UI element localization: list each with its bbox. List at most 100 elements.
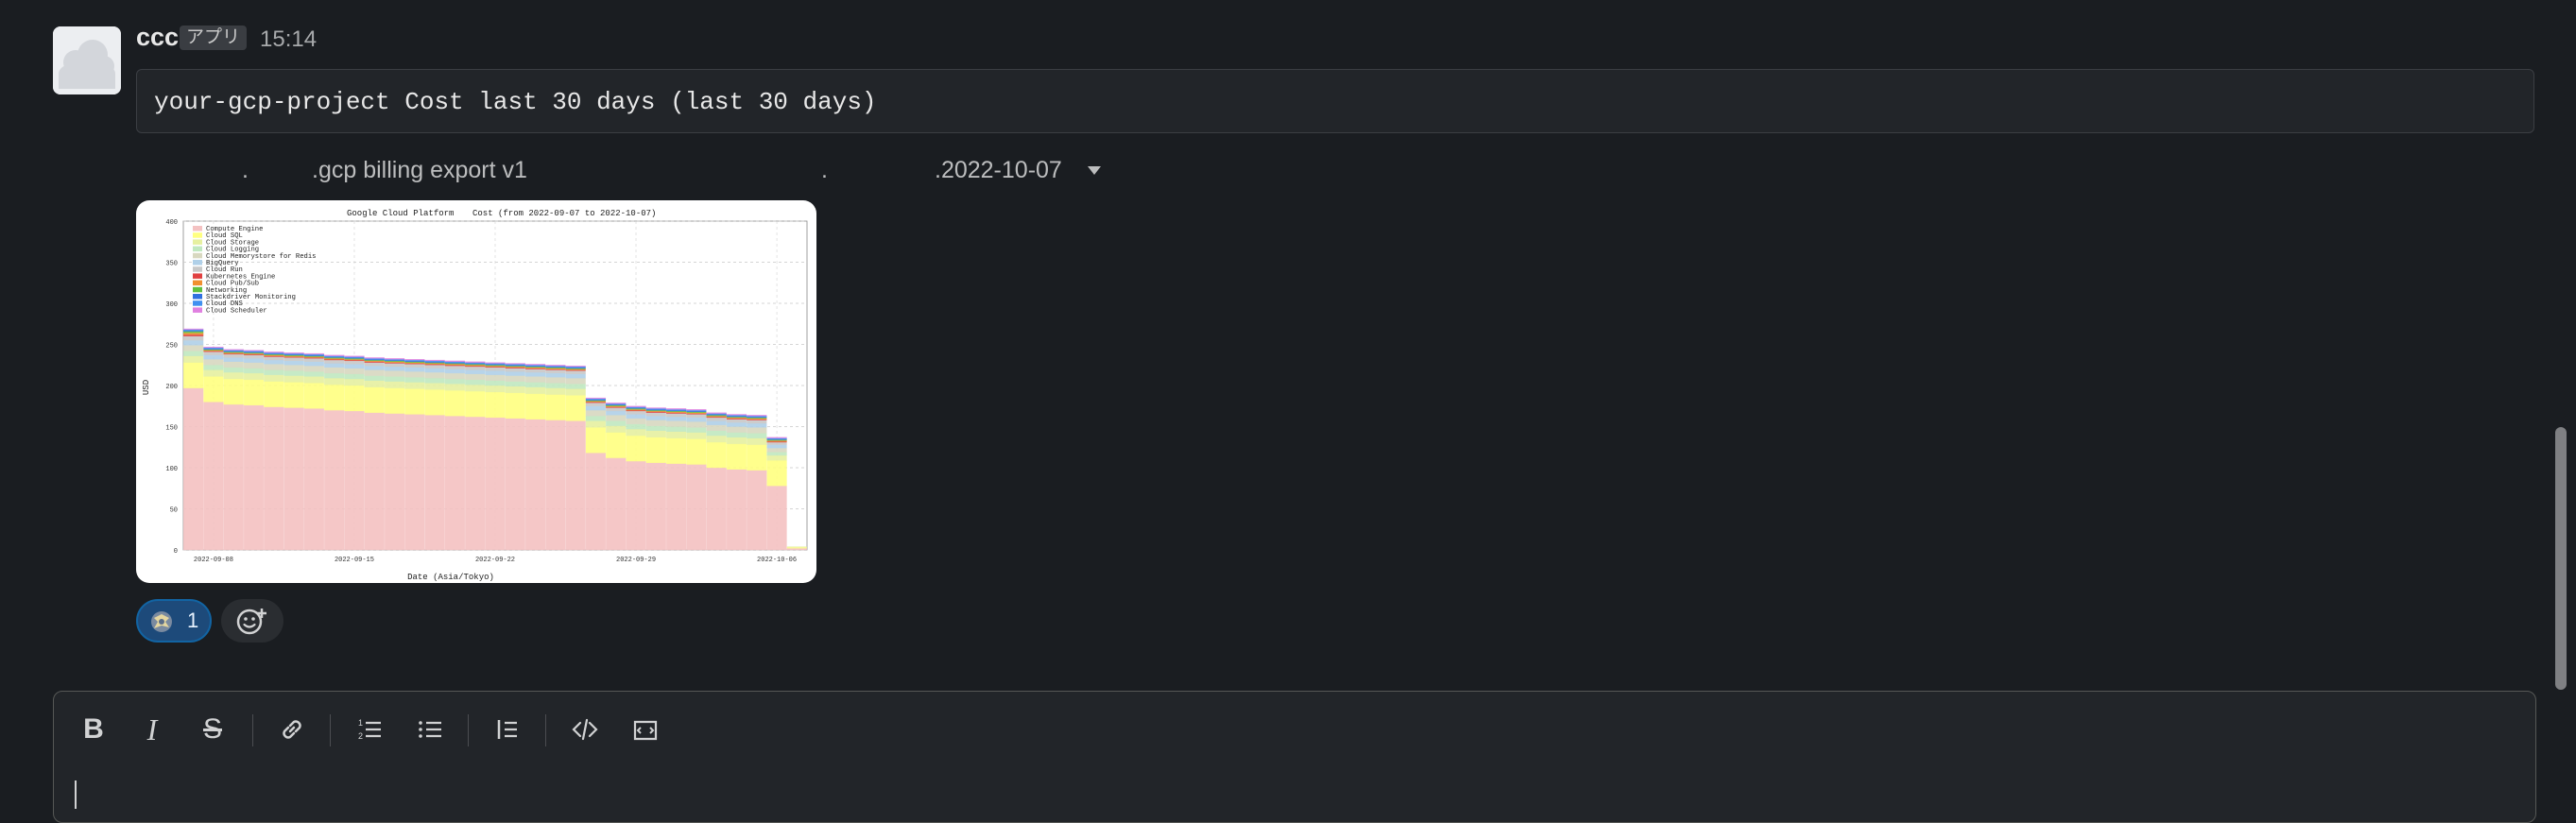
bar-segment [666, 420, 687, 427]
legend-swatch [193, 294, 202, 300]
strikethrough-icon[interactable]: S [192, 709, 233, 750]
bar-segment [283, 360, 304, 366]
bar-segment [686, 464, 707, 551]
sender-name[interactable]: ccc [136, 23, 179, 52]
bar-segment [444, 378, 466, 385]
bar-segment [203, 402, 224, 551]
bar-segment [645, 430, 666, 437]
bar-segment [324, 359, 345, 364]
attachment-title-part: . [821, 157, 828, 183]
avatar[interactable] [53, 26, 121, 94]
bar-segment [565, 395, 586, 421]
bar-segment [706, 435, 727, 443]
legend-swatch [193, 286, 202, 293]
bar-segment [223, 353, 244, 358]
bar-segment [183, 351, 204, 356]
bar-segment [364, 375, 385, 381]
app-badge: アプリ [180, 26, 248, 50]
code-block-icon[interactable] [625, 709, 666, 750]
bar-segment [384, 358, 405, 360]
y-tick-label: 100 [165, 466, 178, 473]
italic-icon[interactable]: I [131, 709, 173, 750]
bar-segment [585, 453, 607, 551]
bar-segment [384, 363, 405, 368]
bar-segment [183, 335, 204, 341]
add-reaction-button[interactable] [221, 599, 283, 643]
x-tick-label: 2022-09-29 [616, 557, 656, 564]
bar-segment [485, 385, 506, 393]
message-timestamp[interactable]: 15:14 [260, 26, 317, 53]
code-icon[interactable] [564, 709, 606, 750]
toolbar-divider [252, 714, 253, 746]
caret-down-icon[interactable] [1088, 166, 1101, 175]
bar-segment [424, 389, 445, 416]
bar-segment [545, 394, 566, 420]
bar-segment [524, 369, 546, 373]
bar-segment [243, 354, 265, 359]
bar-segment [606, 420, 627, 426]
bar-segment [545, 365, 566, 367]
bar-segment [747, 470, 767, 551]
bar-segment [686, 409, 707, 411]
bar-segment [283, 357, 304, 362]
bulleted-list-icon[interactable] [409, 709, 451, 750]
scrollbar-thumb[interactable] [2555, 427, 2567, 690]
bar-segment [706, 441, 727, 469]
bar-segment [545, 420, 566, 551]
bar-segment [303, 408, 324, 551]
bar-segment [505, 368, 525, 372]
blockquote-icon[interactable] [487, 709, 528, 750]
chart-image[interactable]: 0 50 100 150 200 250 300 350 400 2022-09-08 2022-0… [136, 200, 816, 583]
bar-segment [283, 370, 304, 376]
bar-segment [585, 416, 607, 421]
bar-segment [766, 444, 787, 449]
bar-segment [706, 417, 727, 421]
bar-segment [686, 438, 707, 465]
bar-segment [706, 420, 727, 425]
bar-segment [726, 469, 747, 551]
bar-segment [364, 386, 385, 413]
bar-segment [505, 418, 525, 551]
bar-segment [524, 393, 546, 420]
bar-segment [364, 369, 385, 376]
bar-segment [645, 437, 666, 463]
text-cursor [75, 780, 77, 809]
bar-segment [243, 358, 265, 363]
bar-segment [465, 390, 486, 418]
bar-segment [545, 369, 566, 374]
bar-segment [183, 345, 204, 351]
bar-segment [786, 546, 807, 548]
bar-segment [585, 420, 607, 428]
bar-segment [626, 418, 646, 425]
bar-segment [465, 379, 486, 386]
bar-segment [324, 409, 345, 551]
bar-segment [243, 404, 265, 551]
message-composer[interactable]: B I S 12 [53, 691, 2536, 823]
bar-segment [444, 384, 466, 391]
bar-segment [766, 454, 787, 461]
bar-segment [485, 417, 506, 551]
bar-segment [626, 435, 646, 462]
bar-segment [243, 368, 265, 374]
link-icon[interactable] [271, 709, 313, 750]
bar-segment [283, 365, 304, 371]
reaction-pill[interactable]: 1 [136, 599, 212, 643]
bar-segment [223, 361, 244, 369]
bar-segment [384, 387, 405, 414]
legend-swatch [193, 307, 202, 313]
bar-segment [364, 365, 385, 370]
bar-segment [324, 372, 345, 379]
chart-title: Google Cloud Platform [347, 209, 454, 218]
bar-segment [183, 334, 204, 336]
ordered-list-icon[interactable]: 12 [349, 709, 390, 750]
bar-segment [666, 463, 687, 551]
bold-icon[interactable]: B [73, 709, 114, 750]
legend-swatch [193, 226, 202, 231]
bar-segment [364, 362, 385, 367]
bar-segment [645, 420, 666, 426]
bar-segment [243, 362, 265, 369]
legend-label: Cloud Scheduler [206, 307, 267, 315]
bar-segment [485, 367, 506, 371]
bar-segment [485, 380, 506, 386]
bar-segment [545, 372, 566, 378]
